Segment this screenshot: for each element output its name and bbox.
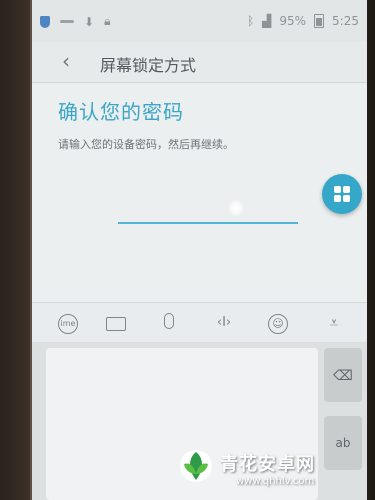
site-watermark: 青花安卓网 www.qhhlv.com <box>150 446 370 494</box>
collapse-icon[interactable]: ⩡ <box>322 311 346 335</box>
battery-icon <box>314 14 325 28</box>
download-icon: ⬇ <box>84 14 95 29</box>
grid-icon <box>334 186 350 202</box>
chevron-left-icon[interactable]: ‹ <box>62 49 70 73</box>
keyboard-icon[interactable] <box>106 317 126 331</box>
signal-icon: ▟ <box>262 14 272 28</box>
cursor-move-icon[interactable]: ‹I› <box>212 311 236 335</box>
app-header: ‹ 屏幕锁定方式 <box>32 42 367 83</box>
ime-icon[interactable]: ime <box>58 314 78 334</box>
keyboard-toolbar: ime ‹I› ☺ ⩡ <box>32 302 367 343</box>
status-bar: ⬇ 🔒︎ ᛒ ▟ 95% 5:25 <box>32 0 367 42</box>
watermark-url: www.qhhlv.com <box>236 476 315 487</box>
smile-icon[interactable]: ☺ <box>268 314 288 334</box>
backspace-key[interactable]: ⌫ <box>324 348 362 402</box>
page-title: 屏幕锁定方式 <box>100 56 197 75</box>
keypad-switch-button[interactable] <box>322 174 362 214</box>
phone-screen: ⬇ 🔒︎ ᛒ ▟ 95% 5:25 ‹ 屏幕锁定方式 确认您的密码 请输入您的设… <box>30 0 367 500</box>
battery-percent: 95% <box>279 14 307 28</box>
password-instruction: 请输入您的设备密码，然后再继续。 <box>58 138 234 151</box>
watermark-title: 青花安卓网 <box>220 454 315 475</box>
mic-icon[interactable] <box>164 313 174 329</box>
status-left-icons: ⬇ 🔒︎ <box>40 14 110 29</box>
status-time: 5:25 <box>332 14 359 28</box>
password-input[interactable] <box>118 196 298 224</box>
backspace-icon: ⌫ <box>333 368 353 384</box>
leaf-logo-icon <box>180 450 212 482</box>
shield-icon <box>40 15 50 28</box>
status-right-icons: ᛒ ▟ 95% 5:25 <box>247 14 359 28</box>
lock-icon: 🔒︎ <box>104 14 111 28</box>
dash-icon <box>60 20 74 23</box>
bluetooth-icon: ᛒ <box>246 14 255 28</box>
screen-glare <box>228 200 244 216</box>
confirm-password-heading: 确认您的密码 <box>58 100 184 124</box>
